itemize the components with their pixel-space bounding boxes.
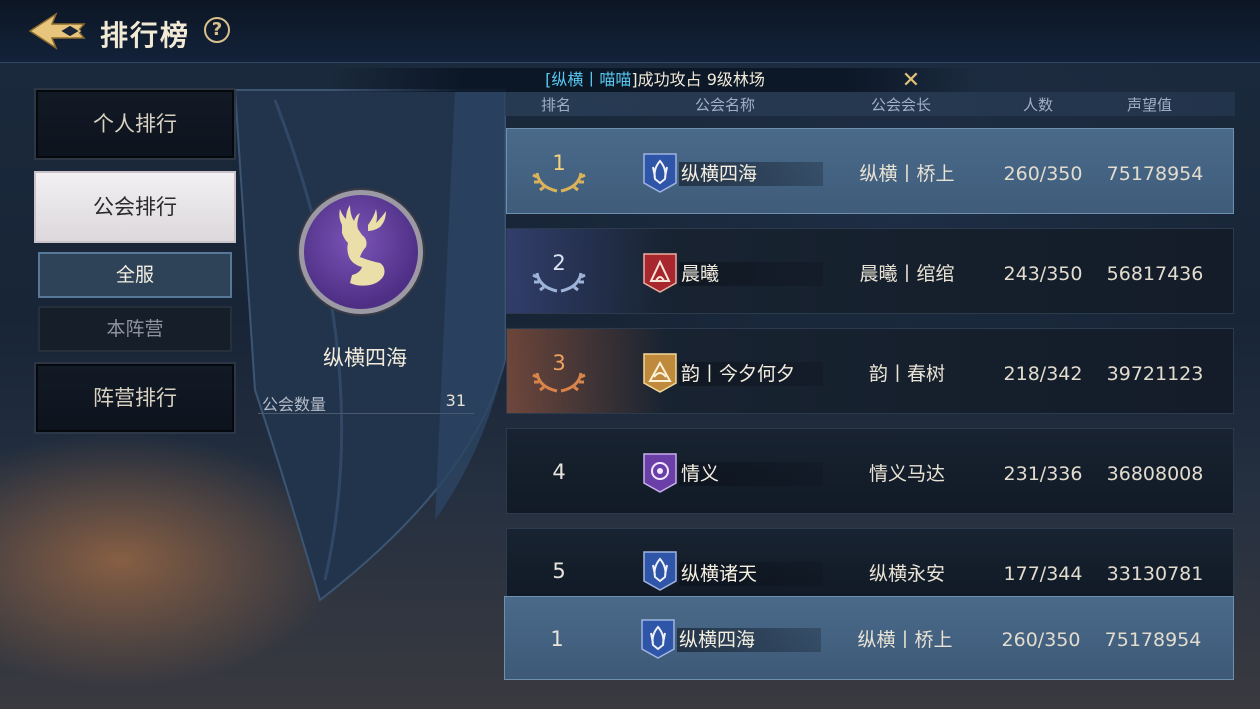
guild-badge-icon [643, 353, 677, 393]
table-row[interactable]: 1 纵横四海 纵横丨桥上 260/350 75178954 [506, 128, 1234, 214]
rank-cell: 1 [531, 129, 587, 215]
guild-name-cell: 晨曦 [681, 263, 720, 285]
table-row[interactable]: 3 韵丨今夕何夕 韵丨春树 218/342 39721123 [506, 328, 1234, 414]
members-cell: 177/344 [1003, 563, 1083, 585]
leader-cell: 韵丨春树 [868, 363, 945, 385]
rank-number: 1 [550, 627, 564, 651]
help-icon[interactable]: ? [204, 17, 230, 43]
leader-cell: 纵横丨桥上 [859, 163, 955, 185]
table-header: 排名 公会名称 公会会长 人数 声望值 [505, 92, 1235, 116]
guild-name-cell: 纵横四海 [681, 163, 758, 185]
header-guild-name: 公会名称 [695, 96, 756, 114]
members-cell: 243/350 [1003, 263, 1083, 285]
guild-name-cell: 情义 [681, 463, 720, 485]
leader-cell: 纵横丨桥上 [857, 629, 953, 651]
guild-badge-icon [641, 619, 675, 659]
nav-personal-ranking[interactable]: 个人排行 [34, 88, 236, 160]
close-icon[interactable]: ✕ [900, 70, 922, 92]
header-members: 人数 [1023, 96, 1054, 114]
rank-cell: 2 [531, 229, 587, 315]
nav-camp-ranking[interactable]: 阵营排行 [34, 362, 236, 434]
prestige-cell: 75178954 [1104, 629, 1202, 651]
guild-count-label: 公会数量 [262, 395, 327, 414]
guild-emblem [299, 190, 423, 314]
guild-badge-icon [643, 253, 677, 293]
silver-laurel-icon [532, 272, 586, 293]
table-row[interactable]: 5 纵横诸天 纵横永安 177/344 33130781 [506, 528, 1234, 598]
prestige-cell: 33130781 [1106, 563, 1204, 585]
own-guild-row[interactable]: 1 纵横四海 纵横丨桥上 260/350 75178954 [504, 596, 1234, 680]
leader-cell: 晨曦丨绾绾 [859, 263, 955, 285]
tab-own-camp[interactable]: 本阵营 [38, 306, 232, 352]
header-prestige: 声望值 [1127, 96, 1173, 114]
guild-name-cell: 纵横诸天 [681, 563, 758, 585]
guild-count-value: 31 [445, 391, 466, 410]
nav-guild-ranking[interactable]: 公会排行 [34, 171, 236, 243]
prestige-cell: 75178954 [1106, 163, 1204, 185]
rank-cell: 3 [531, 329, 587, 415]
divider [258, 413, 474, 414]
rank-number: 4 [552, 460, 566, 484]
bronze-laurel-icon [532, 372, 586, 393]
gold-laurel-icon [532, 172, 586, 193]
members-cell: 218/342 [1003, 363, 1083, 385]
guild-name: 纵横四海 [323, 346, 407, 370]
deer-icon [339, 205, 386, 286]
prestige-cell: 39721123 [1106, 363, 1204, 385]
rank-cell: 4 [531, 429, 587, 515]
back-arrow-icon[interactable] [26, 10, 86, 52]
guild-badge-icon [643, 453, 677, 493]
header-rank: 排名 [541, 96, 572, 114]
header-guild-leader: 公会会长 [871, 96, 932, 114]
tab-all-servers[interactable]: 全服 [38, 252, 232, 298]
leader-cell: 情义马达 [868, 463, 945, 485]
announcement-banner: [纵横丨喵喵]成功攻占 9级林场 [330, 68, 980, 92]
guild-name-cell: 纵横四海 [679, 629, 756, 651]
guild-badge-icon [643, 153, 677, 193]
guild-name-cell: 韵丨今夕何夕 [681, 363, 796, 385]
shield-banner-decoration [235, 89, 506, 602]
table-row[interactable]: 4 情义 情义马达 231/336 36808008 [506, 428, 1234, 514]
banner-player-name: 纵横丨喵喵 [551, 70, 632, 89]
page-title: 排行榜 [100, 19, 191, 52]
guild-badge-icon [643, 551, 677, 591]
rank-cell: 1 [529, 597, 585, 683]
table-row[interactable]: 2 晨曦 晨曦丨绾绾 243/350 56817436 [506, 228, 1234, 314]
banner-message: ]成功攻占 9级林场 [631, 70, 765, 89]
prestige-cell: 56817436 [1106, 263, 1204, 285]
members-cell: 260/350 [1003, 163, 1083, 185]
leader-cell: 纵横永安 [868, 563, 945, 585]
rank-number: 5 [552, 559, 566, 583]
top-bar: 排行榜 ? [0, 0, 1260, 63]
prestige-cell: 36808008 [1106, 463, 1204, 485]
members-cell: 231/336 [1003, 463, 1083, 485]
members-cell: 260/350 [1001, 629, 1081, 651]
